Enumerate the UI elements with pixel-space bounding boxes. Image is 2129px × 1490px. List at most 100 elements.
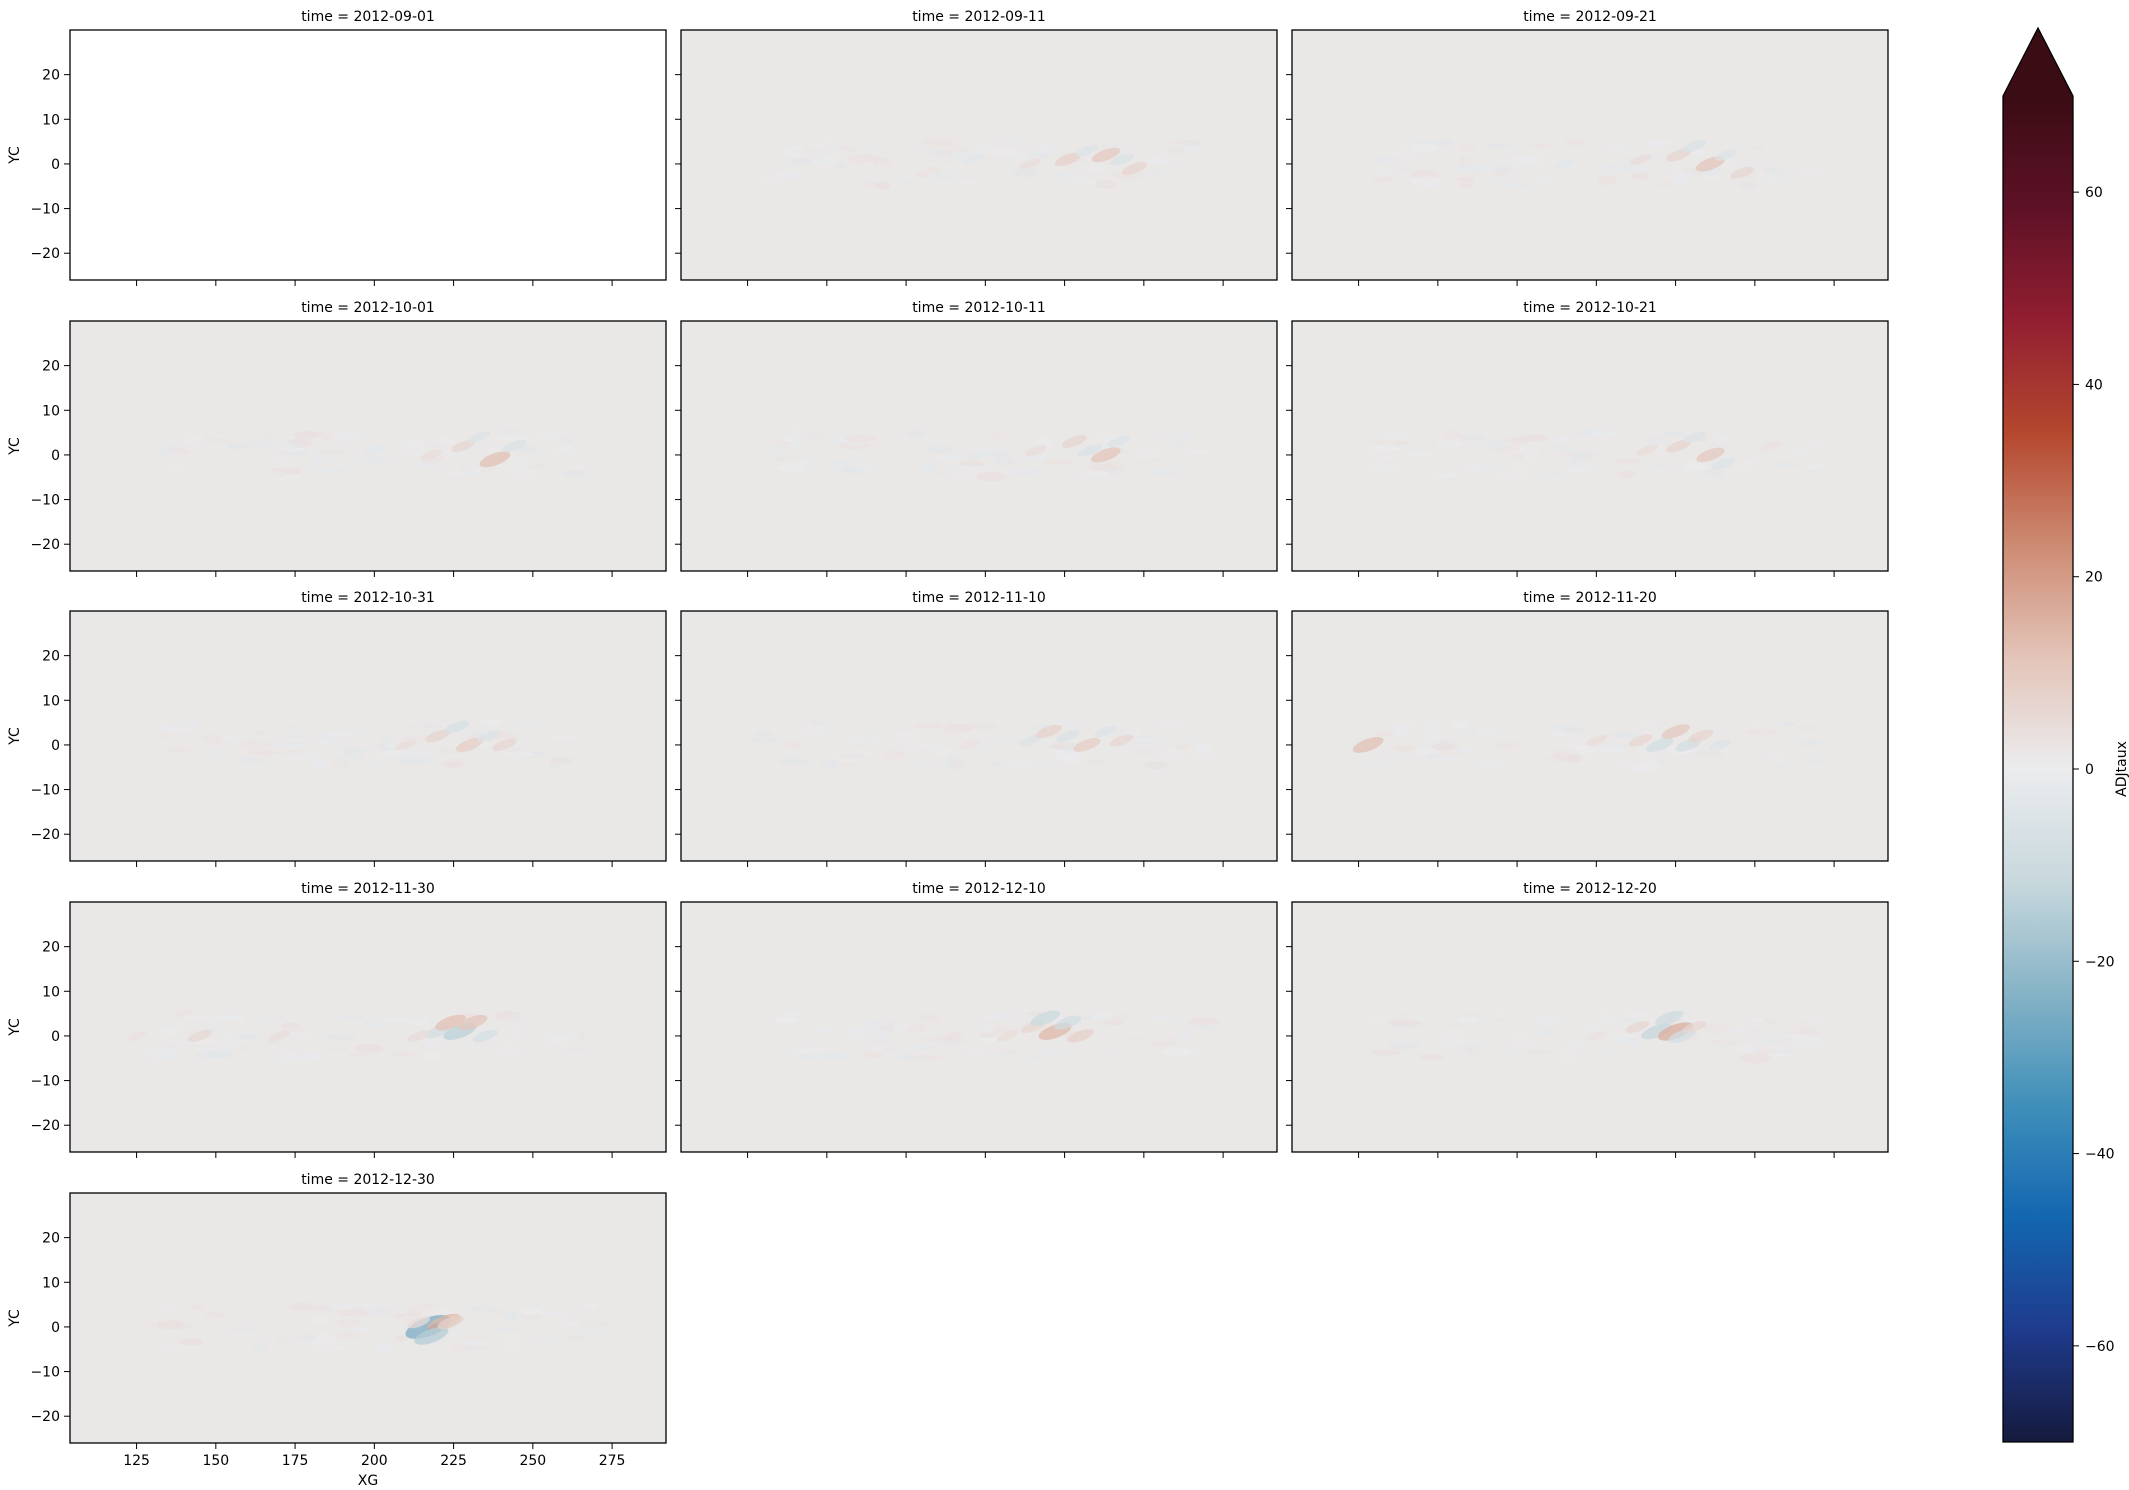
noise-blob [424, 1040, 440, 1048]
x-tick-label: 225 [440, 1453, 467, 1469]
noise-blob [176, 460, 191, 465]
noise-blob [1707, 1039, 1739, 1047]
noise-blob [438, 747, 452, 755]
noise-blob [1167, 147, 1186, 156]
noise-blob [1149, 430, 1171, 439]
noise-blob [1394, 1011, 1417, 1017]
colorbar-tick-label: 0 [2085, 762, 2094, 778]
noise-blob [202, 1311, 226, 1319]
x-tick-label: 175 [282, 1453, 309, 1469]
noise-blob [1771, 763, 1790, 769]
noise-blob [583, 1302, 598, 1311]
noise-blob [1397, 166, 1416, 172]
noise-blob [1692, 472, 1715, 480]
noise-blob [1540, 449, 1570, 460]
field-background [70, 1193, 666, 1443]
noise-blob [1616, 470, 1637, 479]
facet-panel: time = 2012-12-30 20 10 0 −10 −20 YC 125 150 175 2… [7, 1172, 667, 1489]
noise-blob [1117, 728, 1132, 735]
noise-blob [1082, 166, 1106, 173]
noise-blob [1747, 1027, 1763, 1038]
facet-panel: time = 2012-09-11 [675, 9, 1278, 286]
noise-blob [1167, 439, 1188, 449]
noise-blob [342, 746, 366, 757]
noise-blob [1643, 438, 1671, 446]
noise-blob [1744, 148, 1758, 157]
noise-blob [982, 737, 1008, 743]
noise-blob [943, 474, 975, 479]
noise-blob [1132, 737, 1157, 742]
noise-blob [1365, 762, 1383, 768]
noise-blob [762, 176, 781, 184]
field-background [1292, 30, 1888, 280]
noise-blob [562, 470, 583, 478]
noise-blob [815, 141, 834, 149]
noise-blob [842, 457, 866, 463]
noise-blob [211, 429, 242, 436]
noise-blob [1389, 1018, 1421, 1027]
noise-blob [276, 442, 299, 452]
noise-blob [998, 137, 1025, 146]
noise-blob [910, 752, 925, 758]
facet-title: time = 2012-10-31 [301, 590, 435, 606]
noise-blob [1497, 167, 1511, 172]
noise-blob [169, 727, 195, 732]
y-axis-label: YC [7, 437, 23, 456]
noise-blob [309, 1315, 328, 1323]
noise-blob [1563, 1044, 1577, 1055]
x-tick-label: 150 [202, 1453, 229, 1469]
noise-blob [1534, 177, 1552, 185]
noise-blob [1554, 435, 1571, 445]
noise-blob [793, 1033, 809, 1043]
noise-blob [1059, 756, 1085, 762]
noise-blob [1510, 453, 1525, 460]
noise-blob [1459, 433, 1487, 441]
noise-blob [1388, 1041, 1420, 1050]
noise-blob [182, 1014, 211, 1021]
noise-blob [1524, 457, 1556, 468]
noise-blob [1105, 467, 1127, 475]
x-tick-label: 200 [361, 1453, 388, 1469]
noise-blob [871, 1034, 891, 1045]
noise-blob [931, 172, 956, 180]
noise-blob [1614, 760, 1647, 771]
noise-blob [1596, 746, 1625, 754]
y-tick-label: 20 [42, 68, 60, 84]
facet-title: time = 2012-12-20 [1523, 881, 1657, 897]
noise-blob [163, 746, 192, 752]
noise-blob [1565, 465, 1596, 473]
noise-blob [823, 1052, 844, 1059]
noise-blob [1443, 429, 1461, 440]
noise-blob [283, 737, 313, 743]
noise-blob [281, 473, 301, 480]
noise-blob [785, 740, 803, 749]
colorbar-tick-label: −20 [2085, 954, 2115, 970]
noise-blob [1367, 1020, 1385, 1026]
noise-blob [362, 1021, 383, 1029]
noise-blob [775, 170, 806, 179]
noise-blob [1479, 463, 1493, 473]
noise-blob [987, 762, 1002, 767]
noise-blob [323, 1014, 346, 1020]
noise-blob [918, 1035, 937, 1044]
noise-blob [1432, 743, 1458, 751]
noise-blob [274, 1336, 289, 1344]
noise-blob [857, 725, 873, 735]
noise-blob [441, 761, 464, 769]
noise-blob [1162, 1048, 1190, 1057]
noise-blob [1739, 1053, 1771, 1064]
noise-blob [1807, 464, 1823, 470]
noise-blob [1371, 440, 1402, 445]
noise-blob [1663, 431, 1687, 437]
noise-blob [240, 740, 271, 750]
colorbar: 60 40 20 0 −20 −40 −60 ADJtaux [2002, 26, 2129, 1443]
noise-blob [389, 1051, 416, 1057]
noise-blob [216, 443, 229, 449]
noise-blob [882, 750, 907, 760]
noise-blob [1436, 138, 1454, 147]
noise-blob [1688, 752, 1718, 757]
noise-blob [183, 436, 206, 446]
noise-blob [258, 1015, 284, 1023]
noise-blob [296, 1334, 318, 1342]
noise-blob [504, 1339, 520, 1349]
